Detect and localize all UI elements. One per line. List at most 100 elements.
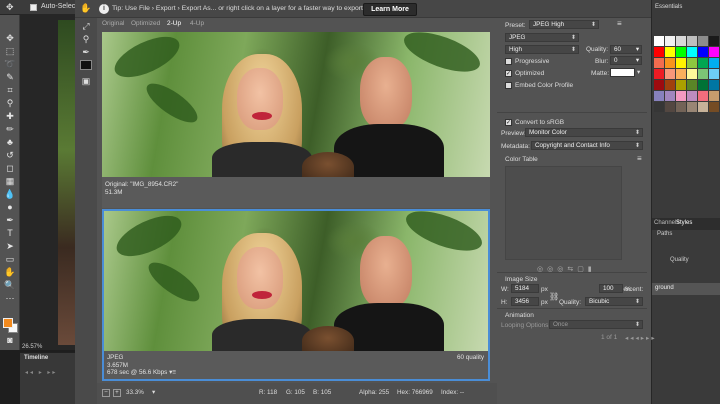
learn-more-button[interactable]: Learn More xyxy=(363,3,417,16)
color-swatch[interactable] xyxy=(698,91,708,101)
matte-dropdown-icon[interactable]: ▾ xyxy=(637,68,640,76)
blur-field[interactable]: 0 ▾ xyxy=(610,56,642,65)
shape-icon[interactable]: ▭ xyxy=(4,254,16,265)
move-icon[interactable]: ✥ xyxy=(4,33,16,44)
hand-icon[interactable]: ✋ xyxy=(4,267,16,278)
color-table-menu-icon[interactable]: ≡ xyxy=(637,154,642,163)
matte-swatch[interactable] xyxy=(610,68,635,77)
zoom-out-icon[interactable]: − xyxy=(102,389,110,397)
quality-field[interactable]: 60 ▾ xyxy=(610,45,642,54)
color-swatch[interactable] xyxy=(698,102,708,112)
color-swatch[interactable] xyxy=(687,36,697,46)
frame-controls-icon[interactable]: ◂◂◂▸▸▸ xyxy=(625,334,657,342)
eyedropper-color-swatch[interactable] xyxy=(80,60,92,70)
color-swatch[interactable] xyxy=(698,36,708,46)
tab-optimized[interactable]: Optimized xyxy=(131,20,160,27)
eyedropper-tool-icon[interactable]: ✒ xyxy=(80,47,92,58)
pen-icon[interactable]: ✒ xyxy=(4,215,16,226)
color-swatch[interactable] xyxy=(687,80,697,90)
type-icon[interactable]: T xyxy=(4,228,16,239)
color-swatch[interactable] xyxy=(709,58,719,68)
color-swatch[interactable] xyxy=(676,80,686,90)
height-field[interactable]: 3456 xyxy=(511,297,539,306)
preset-select[interactable]: JPEG High ⬍ xyxy=(529,20,599,29)
color-swatch[interactable] xyxy=(665,80,675,90)
preview-select[interactable]: Monitor Color ⬍ xyxy=(525,128,643,137)
color-swatch[interactable] xyxy=(698,58,708,68)
color-swatch[interactable] xyxy=(654,91,664,101)
color-swatch[interactable] xyxy=(687,69,697,79)
zoom-in-icon[interactable]: + xyxy=(113,389,121,397)
toggle-slices-icon[interactable]: ▣ xyxy=(80,76,92,87)
color-swatch[interactable] xyxy=(687,58,697,68)
color-swatch[interactable] xyxy=(709,102,719,112)
looping-select[interactable]: Once ⬍ xyxy=(549,320,643,329)
color-swatch[interactable] xyxy=(665,91,675,101)
color-swatch[interactable] xyxy=(687,47,697,57)
metadata-select[interactable]: Copyright and Contact Info ⬍ xyxy=(531,141,643,150)
compression-select[interactable]: High ⬍ xyxy=(505,45,579,54)
workspace-label[interactable]: Essentials xyxy=(655,4,682,10)
healing-icon[interactable]: ✚ xyxy=(4,111,16,122)
optimized-checkbox[interactable]: ✓ xyxy=(505,70,512,77)
eraser-icon[interactable]: ◻ xyxy=(4,163,16,174)
color-swatch[interactable] xyxy=(687,91,697,101)
percent-field[interactable]: 100 xyxy=(599,284,623,293)
color-swatch[interactable] xyxy=(654,47,664,57)
color-swatch[interactable] xyxy=(709,47,719,57)
color-swatch[interactable] xyxy=(654,102,664,112)
brush-icon[interactable]: ✏ xyxy=(4,124,16,135)
color-swatch[interactable] xyxy=(698,69,708,79)
original-preview-pane[interactable]: Original: "IMG_8954.CR2" 51.3M xyxy=(102,32,490,208)
color-swatch[interactable] xyxy=(676,91,686,101)
lasso-icon[interactable]: ➰ xyxy=(4,59,16,70)
color-swatch[interactable] xyxy=(654,58,664,68)
layer-row[interactable]: ground xyxy=(652,283,720,295)
color-swatch[interactable] xyxy=(709,91,719,101)
link-icon[interactable]: ⛓ xyxy=(549,292,559,301)
gradient-icon[interactable]: ▦ xyxy=(4,176,16,187)
path-select-icon[interactable]: ➤ xyxy=(4,241,16,252)
tab-styles[interactable]: Styles xyxy=(676,220,692,226)
color-swatch[interactable] xyxy=(665,58,675,68)
color-swatch[interactable] xyxy=(709,69,719,79)
color-swatch[interactable] xyxy=(709,80,719,90)
color-swatch[interactable] xyxy=(654,80,664,90)
foreground-color-swatch[interactable] xyxy=(3,318,13,328)
embed-profile-checkbox[interactable] xyxy=(505,82,512,89)
color-swatch[interactable] xyxy=(665,102,675,112)
tab-2-up[interactable]: 2-Up xyxy=(167,20,181,27)
move-tool-icon[interactable]: ✥ xyxy=(6,2,20,13)
convert-srgb-checkbox[interactable]: ✓ xyxy=(505,119,512,126)
crop-icon[interactable]: ⌗ xyxy=(4,85,16,96)
zoom-tool-icon[interactable]: ⚲ xyxy=(80,34,92,45)
color-swatch[interactable] xyxy=(676,47,686,57)
color-swatch[interactable] xyxy=(698,47,708,57)
color-swatch[interactable] xyxy=(676,36,686,46)
hand-tool-icon[interactable]: ✋ xyxy=(80,3,91,14)
marquee-icon[interactable]: ⬚ xyxy=(4,46,16,57)
color-swatch[interactable] xyxy=(665,36,675,46)
color-swatch[interactable] xyxy=(665,69,675,79)
slice-select-icon[interactable]: ⤢ xyxy=(80,21,92,32)
history-brush-icon[interactable]: ↺ xyxy=(4,150,16,161)
color-table[interactable] xyxy=(505,166,622,260)
settings-menu-icon[interactable]: ≡ xyxy=(617,19,622,28)
color-swatch[interactable] xyxy=(687,102,697,112)
color-swatch[interactable] xyxy=(665,47,675,57)
dodge-icon[interactable]: ● xyxy=(4,202,16,213)
tab-4-up[interactable]: 4-Up xyxy=(190,20,204,27)
color-swatch[interactable] xyxy=(676,69,686,79)
blur-icon[interactable]: 💧 xyxy=(4,189,16,200)
format-select[interactable]: JPEG ⬍ xyxy=(505,33,579,42)
auto-select-checkbox[interactable] xyxy=(30,4,37,11)
width-field[interactable]: 5184 xyxy=(511,284,539,293)
color-swatch[interactable] xyxy=(676,102,686,112)
progressive-checkbox[interactable] xyxy=(505,58,512,65)
timeline-controls-icon[interactable]: ◂◂ ▸ ▸▸ xyxy=(25,369,57,376)
quick-mask-icon[interactable]: ◙ xyxy=(4,335,16,346)
color-swatch[interactable] xyxy=(676,58,686,68)
tab-original[interactable]: Original xyxy=(102,20,124,27)
resample-quality-select[interactable]: Bicubic ⬍ xyxy=(585,297,643,306)
quick-select-icon[interactable]: ✎ xyxy=(4,72,16,83)
